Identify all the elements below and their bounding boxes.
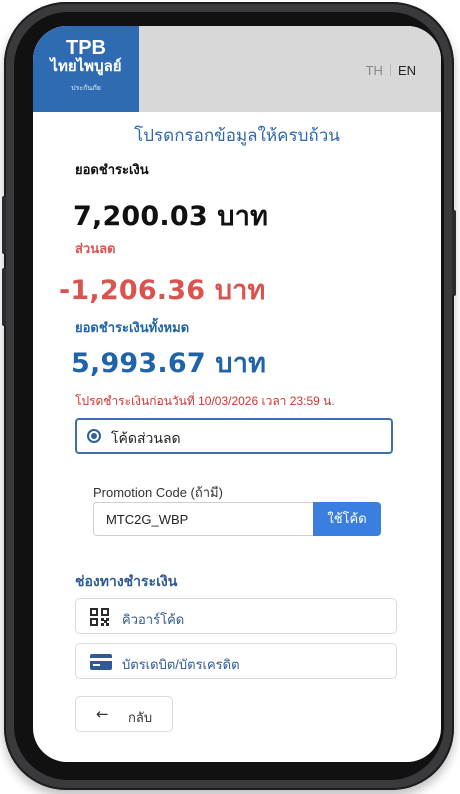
discount-value: -1,206.36 บาท	[59, 275, 266, 306]
app-screen: TPB ไทยไพบูลย์ ประกันภัย TH EN โปรดกรอกข้…	[33, 26, 441, 762]
back-button-label: กลับ	[128, 710, 153, 725]
credit-card-icon	[90, 654, 112, 670]
promo-code-label: Promotion Code (ถ้ามี)	[93, 485, 223, 500]
phone-power-button	[452, 210, 456, 296]
total-label: ยอดชำระเงินทั้งหมด	[75, 320, 190, 335]
logo-name-en: TPB	[66, 37, 106, 59]
discount-code-option[interactable]: โค้ดส่วนลด	[75, 418, 393, 454]
payment-channel-title: ช่องทางชำระเงิน	[75, 573, 178, 589]
qr-code-icon	[90, 608, 109, 626]
form-instruction: โปรดกรอกข้อมูลให้ครบถ้วน	[134, 126, 340, 145]
lang-divider	[389, 64, 391, 76]
promo-code-input[interactable]	[93, 502, 313, 536]
language-switch: TH EN	[366, 63, 416, 78]
tpb-logo: TPB ไทยไพบูลย์ ประกันภัย	[33, 26, 139, 112]
card-option-label: บัตรเดบิต/บัตรเครดิต	[122, 657, 240, 672]
total-value: 5,993.67 บาท	[71, 348, 267, 379]
discount-radio[interactable]	[87, 429, 101, 443]
arrow-left-icon: ←	[96, 705, 109, 723]
qr-code-option[interactable]: คิวอาร์โค้ด	[75, 598, 397, 634]
amount-value: 7,200.03 บาท	[73, 201, 269, 232]
phone-side-button	[2, 268, 6, 326]
card-payment-option[interactable]: บัตรเดบิต/บัตรเครดิต	[75, 643, 397, 679]
payment-deadline: โปรดชำระเงินก่อนวันที่ 10/03/2026 เวลา 2…	[75, 394, 335, 408]
logo-tagline: ประกันภัย	[71, 84, 101, 92]
back-button[interactable]: ← กลับ	[75, 696, 173, 732]
amount-label: ยอดชำระเงิน	[75, 162, 149, 177]
lang-en-option[interactable]: EN	[398, 63, 416, 78]
qr-code-option-label: คิวอาร์โค้ด	[122, 612, 185, 627]
app-header: TPB ไทยไพบูลย์ ประกันภัย TH EN	[33, 26, 441, 112]
discount-label: ส่วนลด	[75, 241, 116, 256]
discount-option-label: โค้ดส่วนลด	[111, 430, 181, 446]
apply-code-button[interactable]: ใช้โค้ด	[313, 502, 381, 536]
lang-th-option[interactable]: TH	[366, 63, 383, 78]
phone-side-button	[2, 196, 6, 254]
logo-name-th: ไทยไพบูลย์	[50, 58, 122, 75]
